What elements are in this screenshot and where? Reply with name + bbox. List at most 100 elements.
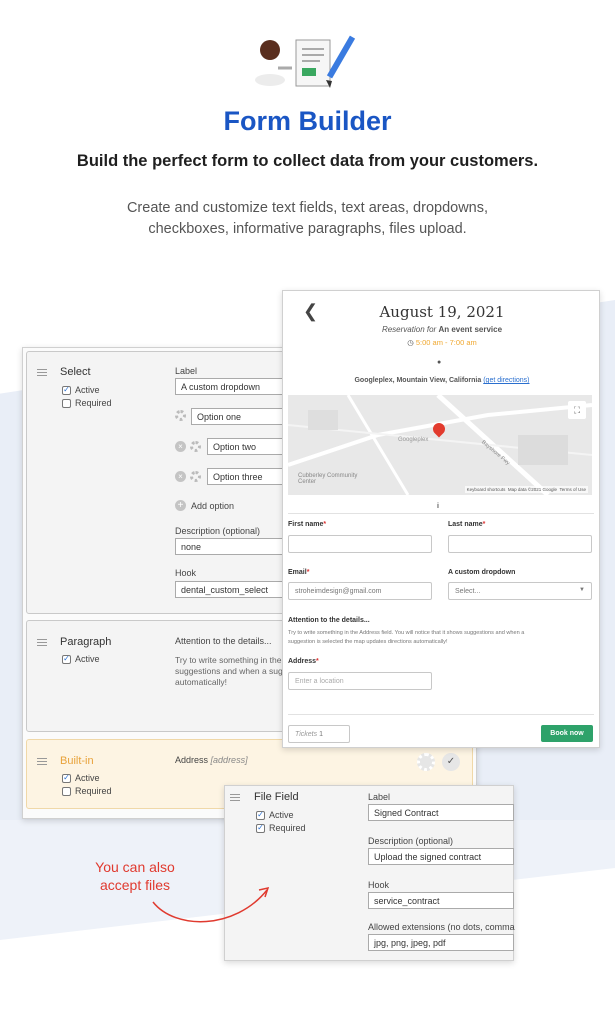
map-shortcuts: Keyboard shortcuts <box>466 487 506 492</box>
booking-time: ◷ 5:00 am - 7:00 am <box>283 338 599 347</box>
clock-icon: ◷ <box>407 338 414 347</box>
field-name: Address <box>175 755 209 765</box>
label-text: First name <box>288 521 324 528</box>
remove-option-icon[interactable]: × <box>175 471 186 482</box>
card-title: Paragraph <box>60 636 112 648</box>
checkbox-checked-icon[interactable]: ✓ <box>62 773 71 783</box>
checkbox-label: Required <box>75 786 112 796</box>
description-line: Create and customize text fields, text a… <box>126 200 489 216</box>
drag-handle-icon[interactable] <box>230 794 240 801</box>
dropdown-placeholder: Select... <box>455 588 481 595</box>
annotation-line: You can also <box>95 859 175 875</box>
last-name-input[interactable] <box>448 535 592 553</box>
paragraph-heading: Attention to the details... <box>175 636 272 646</box>
map-community-label: Cubberley Community Center <box>298 473 358 485</box>
description-input[interactable]: Upload the signed contract <box>368 848 514 865</box>
builtin-field-label: Address [address] <box>175 755 248 765</box>
custom-dropdown-select[interactable]: Select... ▼ <box>448 582 592 600</box>
required-checkbox[interactable]: Required <box>62 398 112 408</box>
page-description: Create and customize text fields, text a… <box>60 198 555 240</box>
label-input[interactable]: A custom dropdown <box>175 378 285 395</box>
active-checkbox[interactable]: ✓ Active <box>62 773 100 783</box>
card-title: File Field <box>254 791 299 803</box>
checkbox-checked-icon[interactable]: ✓ <box>256 810 265 820</box>
label-text: Last name <box>448 521 483 528</box>
email-input[interactable]: stroheimdesign@gmail.com <box>288 582 432 600</box>
checkbox-label: Active <box>75 385 100 395</box>
directions-link[interactable]: (get directions) <box>483 377 529 384</box>
custom-dropdown-label: A custom dropdown <box>448 569 516 576</box>
label-input[interactable]: Signed Contract <box>368 804 514 821</box>
check-icon[interactable]: ✓ <box>442 753 460 771</box>
checkbox-label: Active <box>269 810 294 820</box>
required-checkbox[interactable]: Required <box>62 786 112 796</box>
chevron-down-icon: ▼ <box>579 587 585 593</box>
extensions-input[interactable]: jpg, png, jpeg, pdf <box>368 934 514 951</box>
form-builder-icon <box>255 35 356 88</box>
remove-option-icon[interactable]: × <box>175 441 186 452</box>
card-title: Built-in <box>60 755 94 767</box>
gear-icon[interactable] <box>190 441 201 452</box>
divider <box>288 714 594 715</box>
tickets-input[interactable]: Tickets 1 <box>288 725 350 743</box>
service-name: An event service <box>438 325 503 334</box>
page-title: Form Builder <box>223 106 392 136</box>
checkbox-checked-icon[interactable]: ✓ <box>62 654 71 664</box>
location-text: Googleplex, Mountain View, California <box>354 377 482 384</box>
description-input[interactable]: none <box>175 538 285 555</box>
add-option-button[interactable]: Add option <box>191 501 234 511</box>
gear-icon[interactable] <box>190 471 201 482</box>
option-input[interactable]: Option three <box>207 468 285 485</box>
field-hook: [address] <box>210 755 248 765</box>
booking-preview-panel: ❮ August 19, 2021 Reservation for An eve… <box>282 290 600 748</box>
address-input[interactable]: Enter a location <box>288 672 432 690</box>
checkbox-icon[interactable] <box>62 398 71 408</box>
checkbox-checked-icon[interactable]: ✓ <box>62 385 71 395</box>
option-input[interactable]: Option one <box>191 408 285 425</box>
active-checkbox[interactable]: ✓ Active <box>256 810 294 820</box>
map-footer: Keyboard shortcuts Map data ©2021 Google… <box>464 486 588 493</box>
active-checkbox[interactable]: ✓ Active <box>62 654 100 664</box>
last-name-label: Last name* <box>448 521 486 528</box>
gear-icon[interactable] <box>175 410 186 421</box>
drag-handle-icon[interactable] <box>37 639 47 646</box>
label-text: Email <box>288 569 307 576</box>
first-name-input[interactable] <box>288 535 432 553</box>
settings-icon[interactable] <box>417 753 435 771</box>
page-subtitle: Build the perfect form to collect data f… <box>76 152 539 170</box>
book-now-button[interactable]: Book now <box>541 725 593 742</box>
description-caption: Description (optional) <box>368 836 454 846</box>
fullscreen-icon[interactable]: ⛶ <box>568 401 586 419</box>
hook-input[interactable]: service_contract <box>368 892 514 909</box>
active-checkbox[interactable]: ✓ Active <box>62 385 100 395</box>
checkbox-checked-icon[interactable]: ✓ <box>256 823 265 833</box>
checkbox-label: Active <box>75 773 100 783</box>
hook-input[interactable]: dental_custom_select <box>175 581 285 598</box>
hook-caption: Hook <box>175 568 197 578</box>
drag-handle-icon[interactable] <box>37 758 47 765</box>
drag-handle-icon[interactable] <box>37 369 47 376</box>
hook-caption: Hook <box>368 880 390 890</box>
checkbox-icon[interactable] <box>62 786 71 796</box>
attention-body-line: suggestion is selected the map updates d… <box>288 639 448 645</box>
first-name-label: First name* <box>288 521 327 528</box>
email-label: Email* <box>288 569 310 576</box>
label-text: Address <box>288 658 317 665</box>
label-caption: Label <box>368 792 391 802</box>
checkbox-label: Required <box>269 823 306 833</box>
reservation-line: Reservation for An event service <box>283 325 599 334</box>
required-checkbox[interactable]: ✓ Required <box>256 823 306 833</box>
map-data-credit: Map data ©2021 Google <box>507 487 557 492</box>
description-line: checkboxes, informative paragraphs, file… <box>148 221 467 237</box>
map-terms: Terms of Use <box>559 487 586 492</box>
tickets-label: Tickets <box>295 731 318 738</box>
add-option-icon[interactable]: + <box>175 500 186 511</box>
attention-heading: Attention to the details... <box>288 617 370 624</box>
map-view[interactable]: Googleplex Cubberley Community Center Ba… <box>288 395 592 495</box>
option-input[interactable]: Option two <box>207 438 285 455</box>
description-caption: Description (optional) <box>175 526 261 536</box>
attention-body-line: Try to write something in the Address fi… <box>288 630 525 636</box>
divider <box>288 513 594 514</box>
map-place-label: Googleplex <box>398 437 429 443</box>
map-pin-icon: ● <box>437 359 442 366</box>
